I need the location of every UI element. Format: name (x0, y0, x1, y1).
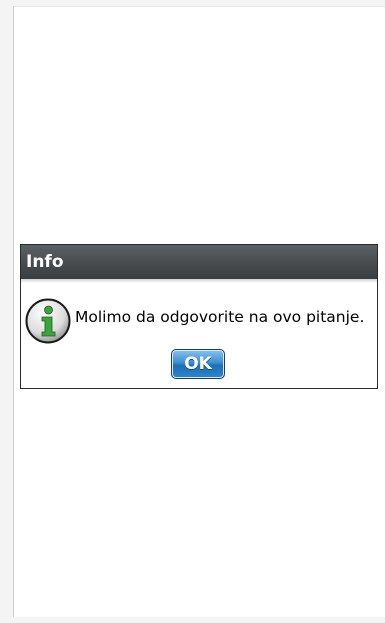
dialog-title: Info (21, 245, 377, 283)
info-icon (25, 298, 71, 344)
dialog-body: Molimo da odgovorite na ovo pitanje. OK (21, 279, 377, 388)
info-dialog: Info Molimo da odgovorite na ovo pitanje… (20, 244, 378, 389)
screen: Info Molimo da odgovorite na ovo pitanje… (0, 0, 385, 623)
ok-button[interactable]: OK (171, 349, 225, 379)
dialog-message: Molimo da odgovorite na ovo pitanje. (75, 308, 365, 326)
